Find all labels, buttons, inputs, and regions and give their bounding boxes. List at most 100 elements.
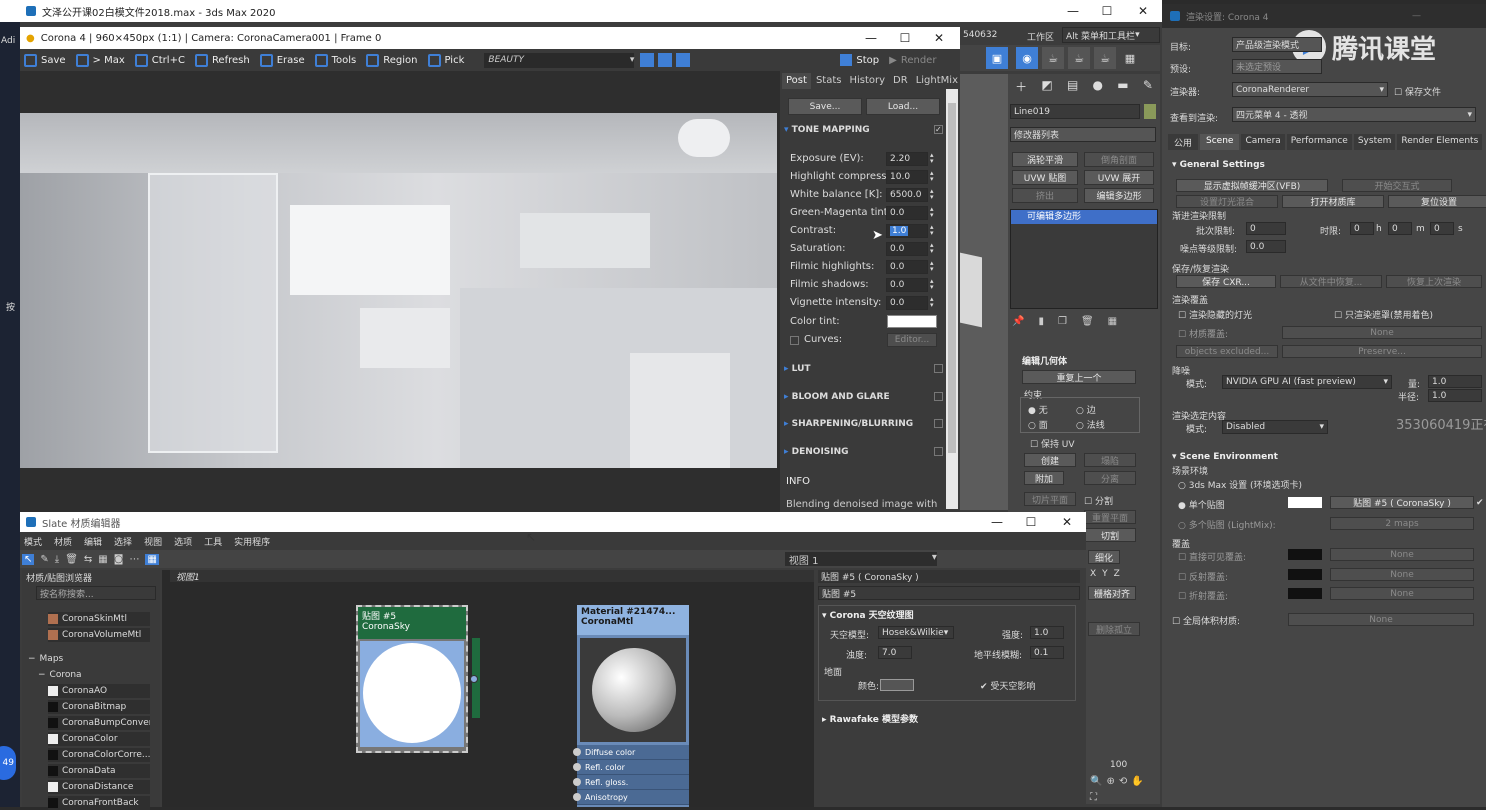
selective-mode-dropdown[interactable]: Disabled ▾: [1222, 420, 1328, 434]
configure-icon[interactable]: ▦: [1108, 316, 1117, 330]
modifier-stack[interactable]: 可编辑多边形: [1010, 209, 1158, 309]
render-frame-icon[interactable]: ◉: [1016, 47, 1038, 69]
remove-isolated-button[interactable]: 删除孤立: [1088, 622, 1140, 636]
param-spinner[interactable]: 0.0: [886, 206, 928, 220]
spinner-arrows-icon[interactable]: ▴ ▾: [930, 278, 934, 291]
post-section-header[interactable]: ▸ BLOOM AND GLARE: [784, 392, 890, 402]
vfb-maximize-icon[interactable]: ☐: [888, 27, 922, 49]
menu-options[interactable]: 选项: [174, 535, 192, 548]
create-button[interactable]: 创建: [1024, 453, 1076, 467]
input-socket[interactable]: [573, 763, 581, 771]
create-tab-icon[interactable]: ＋: [1015, 78, 1027, 98]
browser-item[interactable]: CoronaDistance: [48, 780, 150, 794]
radius-spinner[interactable]: 1.0: [1428, 389, 1482, 402]
spinner-arrows-icon[interactable]: ▴ ▾: [930, 188, 934, 201]
preset-dropdown[interactable]: 未选定预设: [1232, 59, 1322, 74]
menu-select[interactable]: 选择: [114, 535, 132, 548]
material-slot[interactable]: Refl. color: [573, 760, 689, 775]
tab-camera[interactable]: Camera: [1241, 134, 1285, 150]
use-max-radio[interactable]: ○ 3ds Max 设置 (环境选项卡): [1178, 478, 1302, 491]
orbit-icon[interactable]: ⟲: [1119, 776, 1127, 788]
amount-spinner[interactable]: 1.0: [1428, 375, 1482, 388]
time-seconds-spinner[interactable]: 0: [1430, 222, 1454, 235]
material-override-checkbox[interactable]: ☐ 材质覆盖:: [1178, 327, 1228, 340]
show-vfb-button[interactable]: 显示虚拟帧缓冲区(VFB): [1176, 179, 1328, 192]
render-iter-icon[interactable]: ☕: [1094, 47, 1116, 69]
hierarchy-tab-icon[interactable]: ▤: [1067, 78, 1078, 98]
refine-button[interactable]: 细化: [1088, 550, 1120, 564]
tab-performance[interactable]: Performance: [1286, 134, 1352, 150]
spinner-arrows-icon[interactable]: ▴ ▾: [930, 152, 934, 165]
menu-utilities[interactable]: 实用程序: [234, 535, 270, 548]
horizon-spinner[interactable]: 0.1: [1030, 646, 1064, 659]
open-material-library-button[interactable]: 打开材质库: [1282, 195, 1384, 208]
corona-sky-node[interactable]: 贴图 #5 CoronaSky: [356, 605, 468, 753]
zoom-icon[interactable]: 🔍: [1090, 776, 1102, 788]
material-slot[interactable]: Refl. gloss.: [573, 775, 689, 790]
mod-button[interactable]: 倒角剖面: [1084, 152, 1154, 167]
param-spinner[interactable]: 10.0: [886, 170, 928, 184]
tab-lightmix[interactable]: LightMix: [913, 73, 961, 89]
collapse-button[interactable]: 塌陷: [1084, 453, 1136, 467]
channel-dropdown[interactable]: BEAUTY ▾: [484, 52, 635, 68]
render-setup-icon[interactable]: ▣: [986, 47, 1008, 69]
tab-scene[interactable]: Scene: [1200, 134, 1240, 150]
material-override-button[interactable]: None: [1282, 326, 1482, 339]
tone-mapping-header[interactable]: ▾ TONE MAPPING: [784, 125, 870, 135]
mod-button[interactable]: UVW 展开: [1084, 170, 1154, 185]
param-spinner[interactable]: 0.0: [886, 278, 928, 292]
object-color-swatch[interactable]: [1144, 104, 1156, 119]
sky-rollout-header[interactable]: ▾ Corona 天空纹理图: [822, 608, 914, 621]
maps-count-button[interactable]: 2 maps: [1330, 517, 1474, 530]
mod-button[interactable]: UVW 贴图: [1012, 170, 1078, 185]
zoom-out-icon[interactable]: [658, 53, 673, 67]
slice-plane-button[interactable]: 切片平面: [1024, 492, 1076, 506]
intensity-spinner[interactable]: 1.0: [1030, 626, 1064, 639]
input-socket[interactable]: [573, 778, 581, 786]
split-checkbox[interactable]: ☐ 分割: [1084, 494, 1113, 507]
detach-button[interactable]: 分离: [1084, 471, 1136, 485]
repeat-last-button[interactable]: 重复上一个: [1022, 370, 1136, 384]
display-tab-icon[interactable]: ▬: [1117, 78, 1128, 98]
browser-item[interactable]: CoronaVolumeMtl: [48, 628, 150, 642]
axis-x[interactable]: X: [1090, 569, 1096, 583]
sky-model-dropdown[interactable]: Hosek&Wilkie ▾: [878, 626, 954, 639]
vfb-minimize-icon[interactable]: —: [854, 27, 888, 49]
zoom-fit-icon[interactable]: [676, 53, 691, 67]
input-socket[interactable]: [573, 748, 581, 756]
save-button[interactable]: Save: [24, 53, 66, 67]
render-button[interactable]: ▶ Render: [889, 55, 936, 66]
browser-item[interactable]: CoronaBitmap: [48, 700, 150, 714]
browser-group[interactable]: − Maps: [28, 652, 150, 666]
scene-environment-header[interactable]: ▾ Scene Environment: [1172, 452, 1278, 462]
tab-common[interactable]: 公用: [1168, 134, 1199, 150]
param-spinner[interactable]: 1.0: [886, 224, 928, 238]
general-settings-header[interactable]: ▾ General Settings: [1172, 160, 1265, 170]
menu-mode[interactable]: 模式: [24, 535, 42, 548]
cut-button[interactable]: 切割: [1084, 528, 1136, 542]
browser-search[interactable]: 按名称搜索...: [36, 586, 156, 600]
spinner-arrows-icon[interactable]: ▴ ▾: [930, 170, 934, 183]
affected-by-sky-checkbox[interactable]: ✔ 受天空影响: [980, 679, 1035, 692]
pan-icon[interactable]: ✋: [1131, 776, 1143, 788]
post-scroll-thumb[interactable]: [948, 103, 956, 453]
post-load-button[interactable]: Load...: [866, 98, 940, 115]
erase-button[interactable]: Erase: [259, 53, 305, 67]
global-medium-checkbox[interactable]: ☐ 全局体积材质:: [1172, 614, 1240, 627]
refract-swatch[interactable]: [1288, 588, 1322, 599]
post-section-checkbox[interactable]: [934, 419, 943, 428]
edit-geometry-rollout[interactable]: 编辑几何体: [1022, 354, 1067, 367]
input-socket[interactable]: [573, 793, 581, 801]
global-medium-button[interactable]: None: [1288, 613, 1474, 626]
spinner-arrows-icon[interactable]: ▴ ▾: [930, 242, 934, 255]
close-icon[interactable]: ✕: [1126, 0, 1160, 22]
direct-visibility-checkbox[interactable]: ☐ 直接可见覆盖:: [1178, 550, 1246, 563]
show-end-icon[interactable]: ▮: [1038, 316, 1044, 330]
single-map-radio[interactable]: ● 单个贴图: [1178, 498, 1225, 511]
multi-map-radio[interactable]: ○ 多个贴图 (LightMix):: [1178, 518, 1276, 531]
setup-lightmix-button[interactable]: 设置灯光混合: [1176, 195, 1278, 208]
slate-close-icon[interactable]: ✕: [1050, 512, 1084, 532]
browser-item[interactable]: CoronaBumpConver...: [48, 716, 150, 730]
delete-icon[interactable]: 🗑: [65, 554, 78, 565]
modifier-list-dropdown[interactable]: 修改器列表: [1010, 127, 1156, 142]
